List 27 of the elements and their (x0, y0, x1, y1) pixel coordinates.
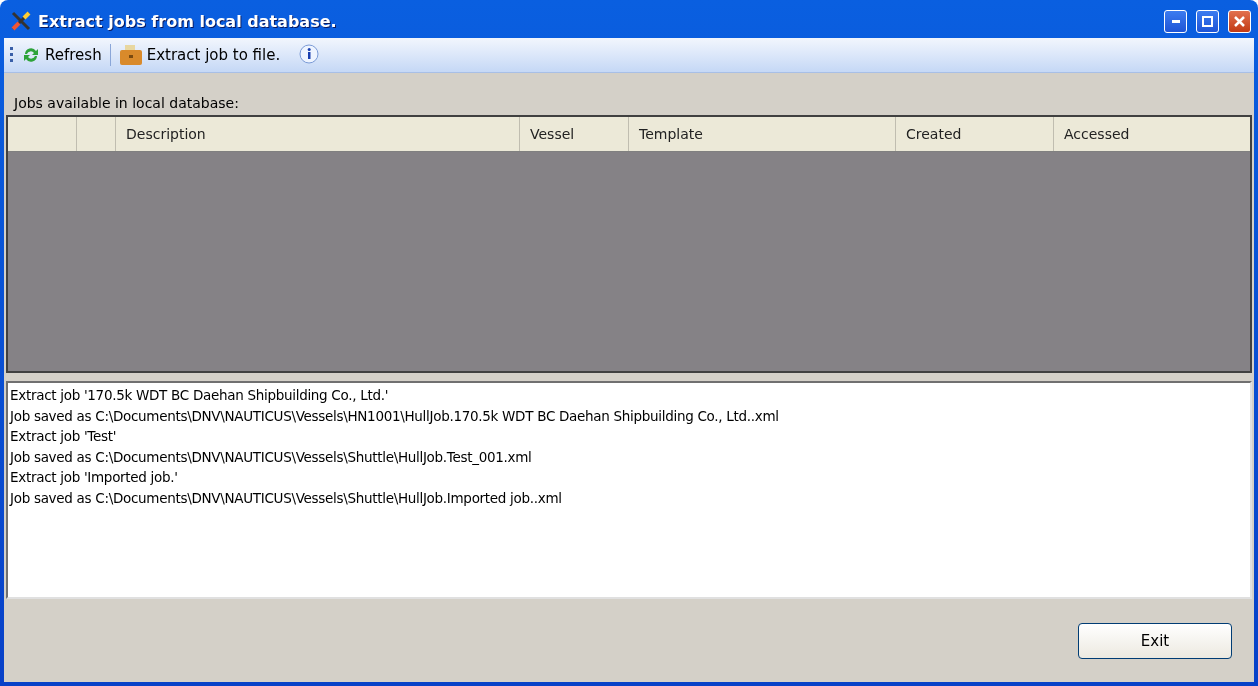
column-header[interactable]: Accessed (1053, 117, 1243, 151)
minimize-icon (1171, 19, 1180, 23)
maximize-button[interactable] (1196, 9, 1219, 33)
log-line: Job saved as C:\Documents\DNV\NAUTICUS\Vessels\Shuttle\HullJob.Test_001.xml (10, 447, 533, 467)
log-line: Extract job 'Test' (10, 427, 118, 446)
info-icon (298, 44, 321, 66)
column-header[interactable]: Template (628, 117, 895, 151)
log-line: Extract job '170.5k WDT BC Daehan Shipbuilding Co., Ltd.' (10, 386, 390, 405)
refresh-button[interactable]: Refresh (17, 43, 106, 67)
exit-button[interactable]: Exit (1078, 622, 1232, 659)
column-header[interactable]: Description (115, 117, 519, 151)
close-button[interactable] (1228, 9, 1251, 33)
column-header[interactable]: Created (895, 117, 1053, 151)
close-icon (1234, 15, 1245, 27)
log-line: Job saved as C:\Documents\DNV\NAUTICUS\Vessels\Shuttle\HullJob.Imported job..xml (10, 488, 563, 508)
window-title: Extract jobs from local database. (38, 11, 338, 31)
briefcase-icon (118, 44, 143, 66)
maximize-icon (1202, 15, 1213, 27)
toolbar-grip-icon[interactable] (10, 46, 13, 64)
refresh-icon (21, 45, 41, 65)
tools-icon (10, 10, 32, 32)
column-header[interactable]: Vessel (519, 117, 628, 151)
minimize-button[interactable] (1164, 9, 1187, 33)
log-line: Job saved as C:\Documents\DNV\NAUTICUS\Vessels\HN1001\HullJob.170.5k WDT BC Daehan Shipbuilding Co., Ltd..xml (10, 406, 780, 426)
log-line: Extract job 'Imported job.' (10, 468, 179, 487)
jobs-label: Jobs available in local database: (12, 94, 240, 113)
extract-button[interactable]: Extract job to file. (114, 42, 285, 68)
